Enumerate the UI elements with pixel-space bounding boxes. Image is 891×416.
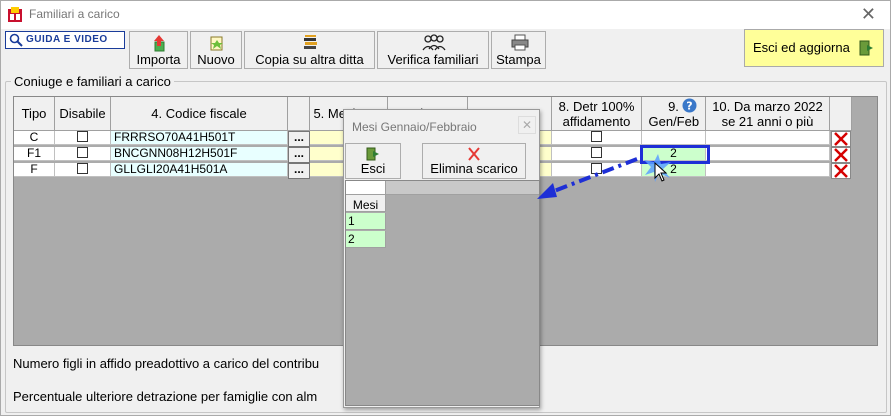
delete-x-icon xyxy=(834,164,848,178)
row1-browse-button[interactable]: ... xyxy=(288,131,310,147)
guida-video-button[interactable]: GUIDA E VIDEO xyxy=(5,31,125,49)
delete-x-icon xyxy=(834,132,848,146)
mouse-cursor-icon xyxy=(654,162,668,182)
new-document-icon xyxy=(210,36,223,51)
exit-door-icon xyxy=(859,40,873,56)
importa-label: Importa xyxy=(136,52,181,67)
guida-video-label: GUIDA E VIDEO xyxy=(26,34,108,45)
printer-icon xyxy=(511,34,529,51)
row3-disabile-checkbox[interactable] xyxy=(77,163,88,174)
header-delete-col xyxy=(830,97,852,131)
row3-tipo[interactable]: F xyxy=(14,163,55,177)
nuovo-label: Nuovo xyxy=(197,52,235,67)
popup-header-mesi: Mesi xyxy=(346,195,386,212)
row1-disabile-checkbox[interactable] xyxy=(77,131,88,142)
delete-x-icon xyxy=(834,148,848,162)
row3-delete-button[interactable] xyxy=(831,163,851,179)
popup-mesi-grid: Mesi 1 2 xyxy=(345,180,540,406)
info-affido-label: Numero figli in affido preadottivo a car… xyxy=(13,356,320,371)
popup-grid-topbar xyxy=(386,181,539,195)
row1-marzo[interactable] xyxy=(706,131,830,145)
import-arrow-icon xyxy=(154,35,165,52)
title-bar: Familiari a carico ✕ xyxy=(1,1,890,29)
popup-elimina-label: Elimina scarico xyxy=(430,161,518,176)
row3-browse-button[interactable]: ... xyxy=(288,163,310,179)
popup-grid-corner xyxy=(346,181,386,195)
exit-door-icon xyxy=(366,147,379,161)
popup-row-1[interactable]: 1 xyxy=(346,213,386,230)
popup-row-2[interactable]: 2 xyxy=(346,231,386,248)
row2-marzo[interactable] xyxy=(706,147,830,161)
popup-close-button[interactable]: ✕ xyxy=(518,116,536,134)
header-tipo: Tipo xyxy=(14,97,55,131)
header-da-marzo: 10. Da marzo 2022 se 21 anni o più xyxy=(706,97,830,131)
row3-marzo[interactable] xyxy=(706,163,830,177)
row2-disabile-checkbox[interactable] xyxy=(77,147,88,158)
annotation-arrow xyxy=(537,157,638,199)
stampa-label: Stampa xyxy=(496,52,541,67)
stampa-button[interactable]: Stampa xyxy=(491,31,546,69)
popup-elimina-button[interactable]: Elimina scarico xyxy=(422,143,526,179)
mesi-popup-dialog: Mesi Gennaio/Febbraio ✕ Esci Elimina sca… xyxy=(343,109,540,408)
row1-codice[interactable]: FRRRSO70A41H501T xyxy=(111,131,288,145)
nuovo-button[interactable]: Nuovo xyxy=(190,31,242,69)
row2-codice[interactable]: BNCGNN08H12H501F xyxy=(111,147,288,161)
esci-aggiorna-label: Esci ed aggiorna xyxy=(753,40,850,55)
main-window: Familiari a carico ✕ GUIDA E VIDEO Impor… xyxy=(0,0,891,416)
copia-label: Copia su altra ditta xyxy=(255,52,364,67)
row1-genfeb[interactable] xyxy=(642,131,706,145)
magnifier-icon xyxy=(9,33,23,47)
app-icon xyxy=(8,7,22,22)
popup-esci-label: Esci xyxy=(360,161,386,176)
row2-delete-button[interactable] xyxy=(831,147,851,163)
header-blank xyxy=(288,97,310,131)
popup-title: Mesi Gennaio/Febbraio xyxy=(352,120,477,134)
row1-tipo[interactable]: C xyxy=(14,131,55,145)
row1-detr[interactable] xyxy=(552,131,642,145)
verifica-familiari-button[interactable]: Verifica familiari xyxy=(377,31,489,69)
popup-esci-button[interactable]: Esci xyxy=(345,143,401,179)
row3-codice[interactable]: GLLGLI20A41H501A xyxy=(111,163,288,177)
row3-disabile[interactable] xyxy=(55,163,111,177)
group-title: Coniuge e familiari a carico xyxy=(11,74,174,89)
verifica-label: Verifica familiari xyxy=(387,52,479,67)
window-close-button[interactable]: ✕ xyxy=(861,4,876,25)
stack-copy-icon xyxy=(304,35,317,49)
importa-button[interactable]: Importa xyxy=(129,31,188,69)
help-icon[interactable]: ? xyxy=(682,98,697,113)
row1-disabile[interactable] xyxy=(55,131,111,145)
window-title: Familiari a carico xyxy=(29,7,120,21)
row1-delete-button[interactable] xyxy=(831,131,851,147)
row1-detr-checkbox[interactable] xyxy=(591,131,602,142)
copia-altra-ditta-button[interactable]: Copia su altra ditta xyxy=(244,31,375,69)
row2-tipo[interactable]: F1 xyxy=(14,147,55,161)
svg-text:?: ? xyxy=(686,100,692,113)
esci-aggiorna-button[interactable]: Esci ed aggiorna xyxy=(744,29,884,67)
delete-x-icon xyxy=(468,147,480,161)
row2-browse-button[interactable]: ... xyxy=(288,147,310,163)
row2-disabile[interactable] xyxy=(55,147,111,161)
people-group-icon xyxy=(422,34,446,51)
header-codice-fiscale: 4. Codice fiscale xyxy=(111,97,288,131)
header-detr-affidamento: 8. Detr 100% affidamento xyxy=(552,97,642,131)
header-disabile: Disabile xyxy=(55,97,111,131)
info-percentuale-label: Percentuale ulteriore detrazione per fam… xyxy=(13,389,318,404)
